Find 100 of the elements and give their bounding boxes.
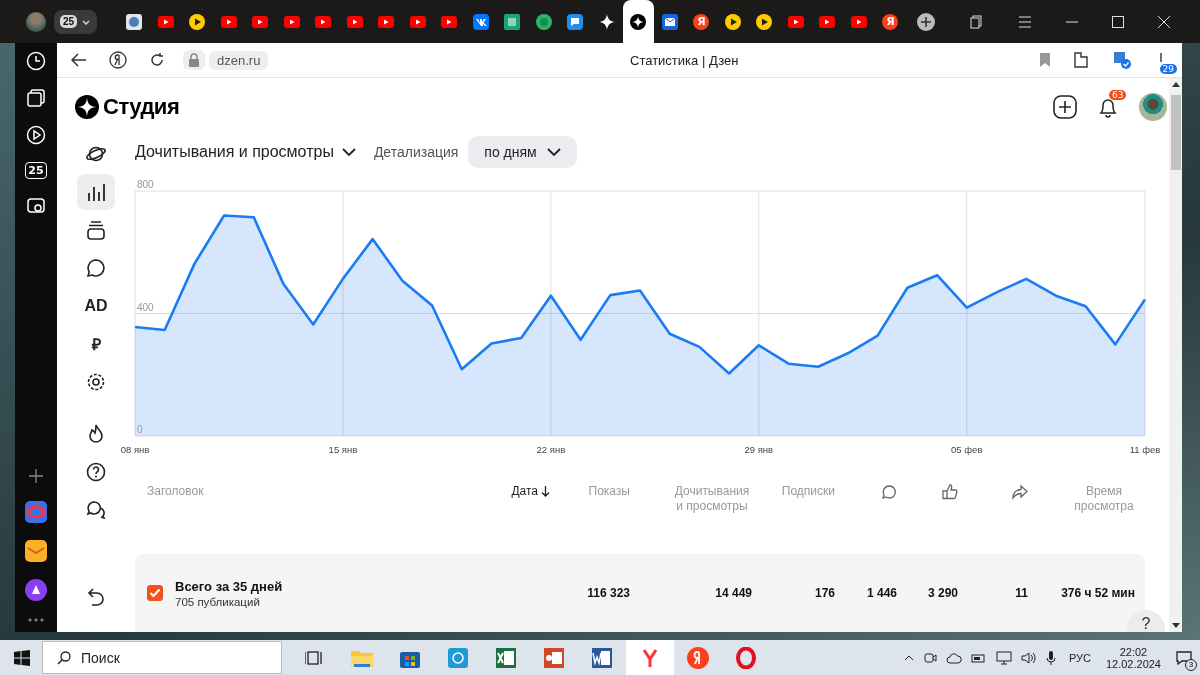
settings-icon [86,372,106,392]
bookmark-icon[interactable] [1040,53,1050,67]
yandex-logo: Я [693,13,710,30]
stack-icon [86,220,106,240]
nav-item[interactable] [77,174,115,210]
scrollbar-thumb[interactable] [1170,95,1181,170]
help-button[interactable]: ? [1127,610,1165,632]
clock-icon[interactable] [26,51,46,71]
tab-group-button[interactable]: 25 [54,9,98,34]
volume-icon[interactable] [1020,650,1037,665]
app-icon[interactable] [25,501,47,523]
video-icon [378,15,395,28]
like-icon[interactable] [942,484,958,501]
table-cell: 14 449 [715,586,752,601]
video-icon [346,15,363,28]
page-title: Статистика | Дзен [629,52,740,68]
minimize-icon[interactable] [1066,20,1078,23]
document-icon [592,647,612,668]
video-icon [787,15,804,28]
summary-subtitle: 705 публикаций [175,595,261,608]
user-avatar[interactable] [1139,93,1167,122]
globe-icon [126,13,143,30]
fire-icon [86,424,106,444]
notifications-icon[interactable] [1176,650,1192,665]
chats-icon [86,500,106,520]
scroll-down-icon[interactable] [1171,623,1180,628]
profile-avatar[interactable] [26,11,46,32]
more-icon[interactable] [28,618,44,622]
search-field[interactable]: Поиск [42,641,282,674]
x-tick-label: 22 янв [536,444,566,456]
browser-tab[interactable]: Я [875,13,906,43]
back-icon[interactable] [71,53,87,67]
video-icon [819,15,836,28]
browser-tab[interactable] [623,0,654,43]
nav-item[interactable]: AD [77,288,115,324]
column-header[interactable]: Дата [511,484,550,499]
network-icon[interactable] [995,650,1012,665]
start-icon[interactable] [14,649,30,666]
square-icon [504,13,521,30]
x-tick-label: 29 янв [744,444,774,456]
play-icon[interactable] [26,125,46,145]
tabs-icon[interactable] [26,88,46,108]
cloud-icon[interactable] [945,651,962,664]
undo-icon[interactable] [86,586,106,606]
play-icon [756,13,773,30]
new-tab-button[interactable] [916,12,935,31]
table-cell: 376 ч 52 мин [1061,586,1135,601]
video-icon [441,15,458,28]
battery-icon[interactable] [970,651,987,664]
comment-icon[interactable] [881,484,897,501]
presentation-icon [544,647,564,668]
share-icon[interactable] [1012,484,1028,501]
table-cell: 11 [1015,586,1028,601]
nav-item[interactable]: ₽ [77,326,115,362]
taskbar-app[interactable] [626,640,674,675]
video-icon [283,15,300,28]
browser-tab[interactable]: Я [686,13,717,43]
puzzle-icon[interactable] [1072,51,1090,69]
calendar-button[interactable]: 25 [25,162,47,179]
scroll-up-icon[interactable] [1171,82,1180,87]
x-tick-label: 15 янв [328,444,358,456]
camera-icon[interactable] [922,650,937,665]
bell-icon[interactable] [1097,96,1119,119]
spreadsheet-icon [496,647,516,668]
search-icon [57,650,71,665]
studio-logo[interactable]: Студия [75,94,180,120]
summary-title: Всего за 35 дней [175,578,283,594]
clock-time: 22:02 [1119,645,1148,658]
language-indicator[interactable]: РУС [1068,651,1091,664]
url-field[interactable]: dzen.ru [209,50,269,70]
checkbox[interactable] [147,585,163,602]
metric-dropdown[interactable]: Дочитывания и просмотры [135,143,356,162]
circle-icon [535,13,552,30]
star-icon [630,13,647,30]
chevron-up-icon[interactable] [903,654,914,661]
yandex-icon[interactable] [109,51,127,69]
reload-icon[interactable] [149,52,165,68]
notification-badge: 63 [1109,90,1127,101]
browser-icon [640,647,660,668]
close-icon[interactable] [1158,15,1170,28]
microphone-icon[interactable] [1045,649,1056,666]
downloads-badge: 29 [1159,64,1177,74]
collections-icon[interactable] [970,14,984,29]
menu-icon[interactable] [1018,15,1032,28]
y-tick-label: 0 [137,424,143,436]
detail-dropdown[interactable]: по дням [468,136,577,169]
chat-icon [86,258,106,278]
video-icon [220,15,237,28]
mail-icon[interactable] [25,540,47,562]
play-icon [189,13,206,30]
maximize-icon[interactable] [1112,15,1124,28]
screenshot-icon[interactable] [26,196,46,216]
folder-icon [351,648,373,667]
assistant-icon[interactable] [25,579,47,601]
video-icon [315,15,332,28]
y-tick-label: 400 [137,301,154,313]
extension-icon[interactable] [1112,50,1132,70]
detail-label: Детализация [373,144,459,161]
lock-icon[interactable] [183,50,205,70]
add-icon[interactable] [1053,95,1077,120]
